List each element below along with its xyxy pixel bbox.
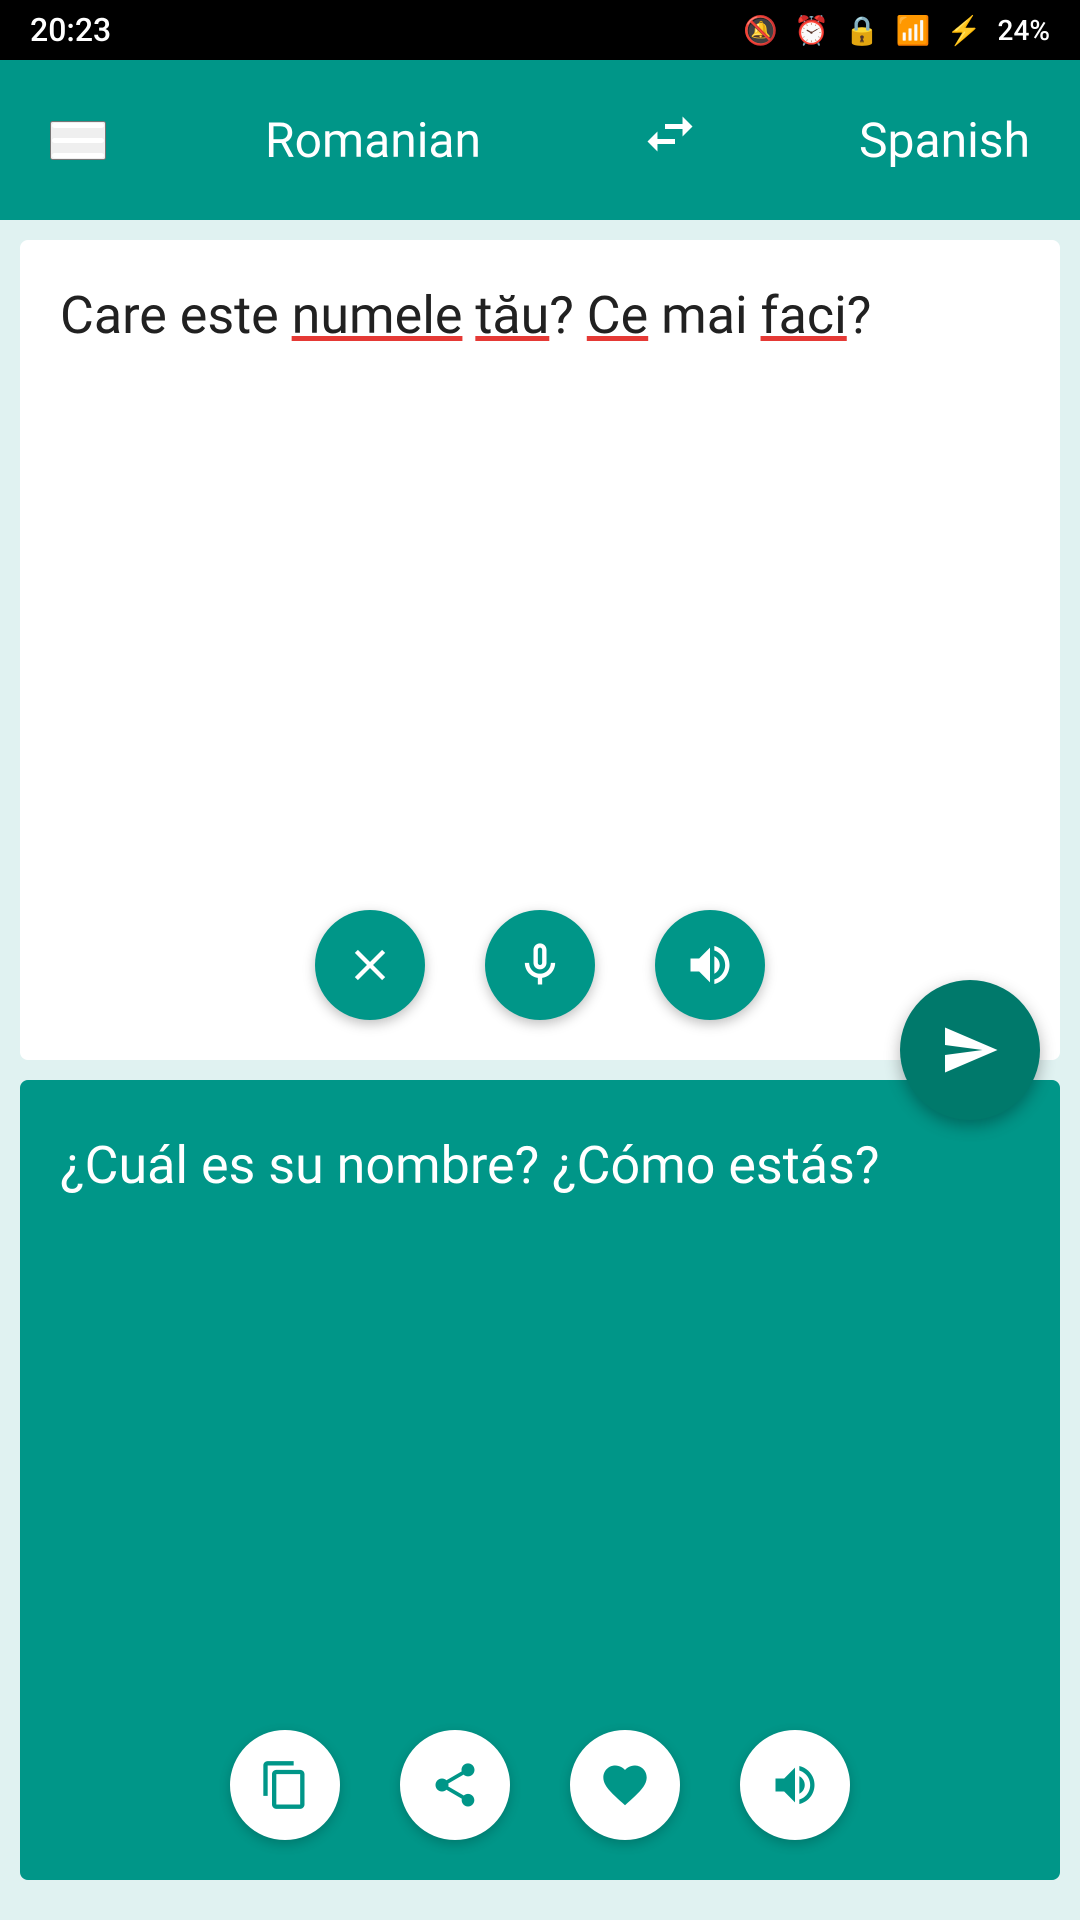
alarm-icon: ⏰ <box>794 14 829 47</box>
mute-icon: 🔕 <box>743 14 778 47</box>
source-speak-button[interactable] <box>655 910 765 1020</box>
microphone-button[interactable] <box>485 910 595 1020</box>
copy-button[interactable] <box>230 1730 340 1840</box>
word-numele: numele <box>292 285 463 346</box>
menu-button[interactable] <box>50 121 106 160</box>
status-time: 20:23 <box>30 11 111 49</box>
translation-controls <box>60 1730 1020 1840</box>
share-button[interactable] <box>400 1730 510 1840</box>
clear-button[interactable] <box>315 910 425 1020</box>
swap-languages-button[interactable] <box>640 104 700 177</box>
word-faci: faci <box>761 285 847 346</box>
charging-icon: ⚡ <box>947 14 982 47</box>
word-tau: tău <box>475 285 549 346</box>
translation-speak-button[interactable] <box>740 1730 850 1840</box>
send-translation-button[interactable] <box>900 980 1040 1120</box>
source-text-panel: Care este numele tău? Ce mai faci? <box>20 240 1060 1060</box>
status-bar: 20:23 🔕 ⏰ 🔒 📶 ⚡ 24% <box>0 0 1080 60</box>
word-ce: Ce <box>587 285 648 346</box>
app-header: Romanian Spanish <box>0 60 1080 220</box>
battery-text: 24% <box>998 14 1050 47</box>
favorite-button[interactable] <box>570 1730 680 1840</box>
translated-text: ¿Cuál es su nombre? ¿Cómo estás? <box>60 1130 1020 1203</box>
translation-panel: ¿Cuál es su nombre? ¿Cómo estás? <box>20 1080 1060 1880</box>
lock-icon: 🔒 <box>845 14 880 47</box>
status-icons: 🔕 ⏰ 🔒 📶 ⚡ 24% <box>743 14 1050 47</box>
target-language-label[interactable]: Spanish <box>859 112 1030 169</box>
source-controls <box>60 910 1020 1030</box>
signal-icon: 📶 <box>896 14 931 47</box>
source-language-label[interactable]: Romanian <box>265 112 481 169</box>
source-text[interactable]: Care este numele tău? Ce mai faci? <box>60 280 1020 870</box>
